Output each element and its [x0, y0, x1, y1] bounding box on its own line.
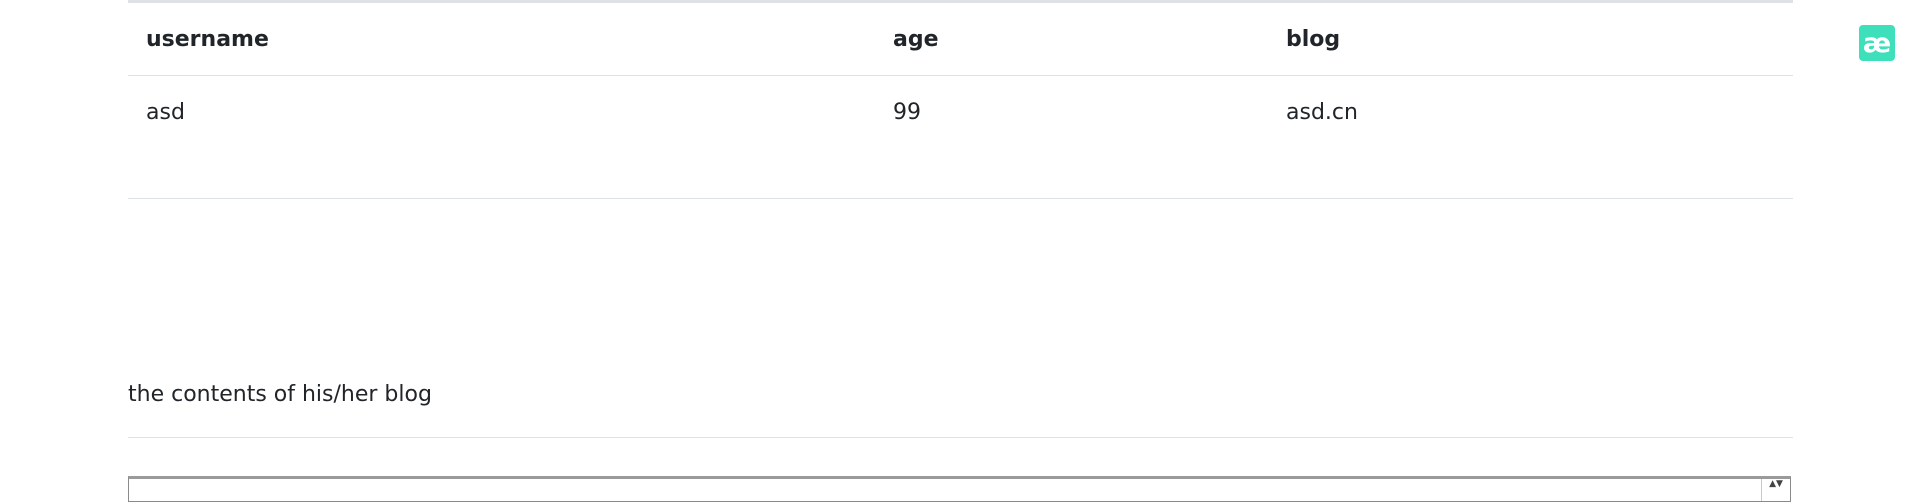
header-blog: blog	[1268, 3, 1793, 76]
cell-age: 99	[875, 75, 1268, 199]
table-header-row: username age blog	[128, 3, 1793, 76]
blog-content-box[interactable]: ▲▼	[128, 476, 1791, 502]
blog-contents-title: the contents of his/her blog	[128, 382, 432, 407]
updown-arrow-icon: ▲▼	[1769, 479, 1783, 489]
user-table: username age blog asd 99 asd.cn	[128, 3, 1793, 199]
header-username: username	[128, 3, 875, 76]
table-row: asd 99 asd.cn	[128, 75, 1793, 199]
cell-username: asd	[128, 75, 875, 199]
blog-divider	[128, 437, 1793, 438]
ae-extension-icon[interactable]: æ	[1859, 25, 1895, 61]
header-age: age	[875, 3, 1268, 76]
cell-blog: asd.cn	[1268, 75, 1793, 199]
